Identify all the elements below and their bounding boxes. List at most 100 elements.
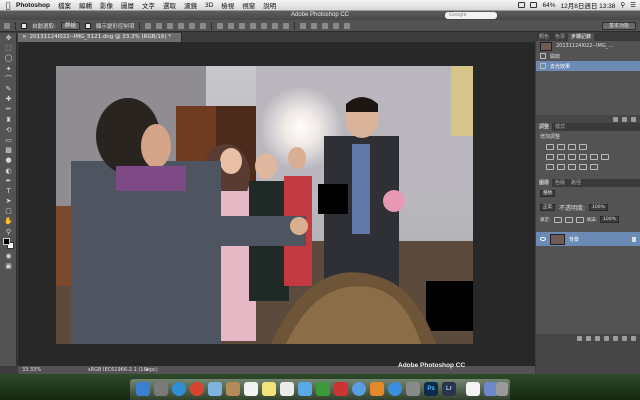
volume-icon[interactable] bbox=[530, 2, 538, 8]
photo-filter-icon[interactable] bbox=[590, 154, 598, 160]
selective-color-icon[interactable] bbox=[590, 164, 598, 170]
camera-snapshot-icon[interactable] bbox=[622, 116, 627, 122]
photoshop-icon[interactable]: Ps bbox=[424, 382, 438, 396]
link-layers-icon[interactable] bbox=[577, 335, 582, 341]
align-top-icon[interactable] bbox=[145, 22, 152, 29]
path-select-tool-icon[interactable]: ➤ bbox=[0, 196, 17, 206]
quick-mask-icon[interactable]: ◉ bbox=[0, 251, 17, 261]
trash-icon[interactable] bbox=[631, 335, 636, 341]
tab-color[interactable]: 顏色 bbox=[536, 33, 552, 41]
lasso-tool-icon[interactable]: ◯ bbox=[0, 53, 17, 63]
notification-center-icon[interactable]: ☰ bbox=[630, 1, 636, 9]
3d-mode-icon[interactable] bbox=[300, 22, 307, 29]
channel-mixer-icon[interactable] bbox=[601, 154, 609, 160]
align-right-icon[interactable] bbox=[200, 22, 207, 29]
messages-icon[interactable] bbox=[298, 382, 312, 396]
distribute-top-icon[interactable] bbox=[217, 22, 224, 29]
pen-tool-icon[interactable]: ✒ bbox=[0, 176, 17, 186]
tab-swatches[interactable]: 色票 bbox=[552, 33, 568, 41]
zoom-level[interactable]: 33.33% bbox=[22, 366, 41, 374]
menu-help[interactable]: 說明 bbox=[263, 0, 276, 10]
reminders-icon[interactable] bbox=[280, 382, 294, 396]
align-center-icon[interactable] bbox=[189, 22, 196, 29]
align-bottom-icon[interactable] bbox=[167, 22, 174, 29]
history-item-remove-flare[interactable]: 去光效果 bbox=[536, 61, 640, 71]
eyedropper-tool-icon[interactable]: ✎ bbox=[0, 84, 17, 94]
spotlight-icon[interactable]: ⚲ bbox=[620, 1, 625, 9]
history-item-open[interactable]: 開啟 bbox=[536, 51, 640, 61]
trash-icon[interactable] bbox=[631, 116, 636, 122]
move-tool-icon[interactable]: ✥ bbox=[0, 33, 17, 43]
new-layer-icon[interactable] bbox=[622, 335, 627, 341]
document-icon[interactable] bbox=[466, 382, 480, 396]
system-preferences-icon[interactable] bbox=[406, 382, 420, 396]
lock-position-icon[interactable] bbox=[575, 216, 584, 223]
tab-layers[interactable]: 圖層 bbox=[536, 179, 553, 187]
mail-icon[interactable] bbox=[208, 382, 222, 396]
3d-slide-icon[interactable] bbox=[333, 22, 340, 29]
curves-icon[interactable] bbox=[568, 144, 576, 150]
threshold-icon[interactable] bbox=[568, 164, 576, 170]
menu-image[interactable]: 影像 bbox=[100, 0, 113, 10]
notes-icon[interactable] bbox=[262, 382, 276, 396]
blur-tool-icon[interactable]: ● bbox=[0, 155, 17, 165]
align-left-icon[interactable] bbox=[178, 22, 185, 29]
3d-pan-icon[interactable] bbox=[322, 22, 329, 29]
brush-tool-icon[interactable]: ✏ bbox=[0, 104, 17, 114]
tab-paths[interactable]: 路徑 bbox=[568, 179, 584, 187]
history-brush-tool-icon[interactable]: ⟲ bbox=[0, 125, 17, 135]
distribute-left-icon[interactable] bbox=[250, 22, 257, 29]
menu-layer[interactable]: 圖層 bbox=[121, 0, 134, 10]
history-snapshot[interactable]: 20131124I022--IMG_... bbox=[536, 41, 640, 51]
new-document-from-state-icon[interactable] bbox=[613, 116, 618, 122]
type-tool-icon[interactable]: T bbox=[0, 186, 17, 196]
lightroom-icon[interactable]: Lr bbox=[442, 382, 456, 396]
distribute-bottom-icon[interactable] bbox=[239, 22, 246, 29]
color-swatches[interactable] bbox=[0, 237, 16, 251]
canvas-area[interactable] bbox=[18, 42, 535, 366]
layer-kind-select[interactable]: 種類 bbox=[540, 190, 555, 197]
menu-file[interactable]: 檔案 bbox=[58, 0, 71, 10]
shape-tool-icon[interactable]: ▢ bbox=[0, 206, 17, 216]
hand-tool-icon[interactable]: ✋ bbox=[0, 216, 17, 226]
eraser-tool-icon[interactable]: ▭ bbox=[0, 135, 17, 145]
tab-channels[interactable]: 色版 bbox=[552, 179, 568, 187]
adjustment-layer-icon[interactable] bbox=[604, 335, 609, 341]
menu-view[interactable]: 檢視 bbox=[221, 0, 234, 10]
lock-transparency-icon[interactable] bbox=[553, 216, 562, 223]
distribute-center-icon[interactable] bbox=[261, 22, 268, 29]
align-middle-icon[interactable] bbox=[156, 22, 163, 29]
auto-select-checkbox[interactable] bbox=[21, 22, 27, 29]
photo-booth-icon[interactable] bbox=[334, 382, 348, 396]
zoom-tool-icon[interactable]: ⚲ bbox=[0, 227, 17, 237]
vibrance-icon[interactable] bbox=[546, 154, 554, 160]
document-tab[interactable]: × 20131124I022--IMG_5121.dng @ 33.3% (RGB… bbox=[18, 33, 182, 42]
menu-select[interactable]: 選取 bbox=[163, 0, 176, 10]
wifi-icon[interactable] bbox=[518, 2, 526, 8]
dodge-tool-icon[interactable]: ◐ bbox=[0, 165, 17, 175]
layer-style-icon[interactable] bbox=[586, 335, 591, 341]
menu-edit[interactable]: 編輯 bbox=[79, 0, 92, 10]
safari-icon[interactable] bbox=[172, 382, 186, 396]
healing-brush-tool-icon[interactable]: ✚ bbox=[0, 94, 17, 104]
status-menu-arrow-icon[interactable]: ▸ bbox=[146, 366, 149, 374]
menu-window[interactable]: 視窗 bbox=[242, 0, 255, 10]
layer-background[interactable]: 背景 bbox=[536, 232, 640, 246]
menu-filter[interactable]: 濾鏡 bbox=[184, 0, 197, 10]
posterize-icon[interactable] bbox=[557, 164, 565, 170]
levels-icon[interactable] bbox=[557, 144, 565, 150]
screen-mode-icon[interactable]: ▣ bbox=[0, 261, 17, 271]
distribute-right-icon[interactable] bbox=[272, 22, 279, 29]
3d-rotate-icon[interactable] bbox=[311, 22, 318, 29]
move-tool-preset-icon[interactable] bbox=[4, 22, 10, 29]
chrome-icon[interactable] bbox=[190, 382, 204, 396]
gradient-map-icon[interactable] bbox=[579, 164, 587, 170]
close-icon[interactable]: × bbox=[22, 34, 27, 40]
facetime-icon[interactable] bbox=[316, 382, 330, 396]
layer-mask-icon[interactable] bbox=[595, 335, 600, 341]
app-store-icon[interactable] bbox=[388, 382, 402, 396]
invert-icon[interactable] bbox=[546, 164, 554, 170]
contacts-icon[interactable] bbox=[226, 382, 240, 396]
blend-mode-select[interactable]: 正常 bbox=[540, 204, 555, 211]
itunes-icon[interactable] bbox=[352, 382, 366, 396]
